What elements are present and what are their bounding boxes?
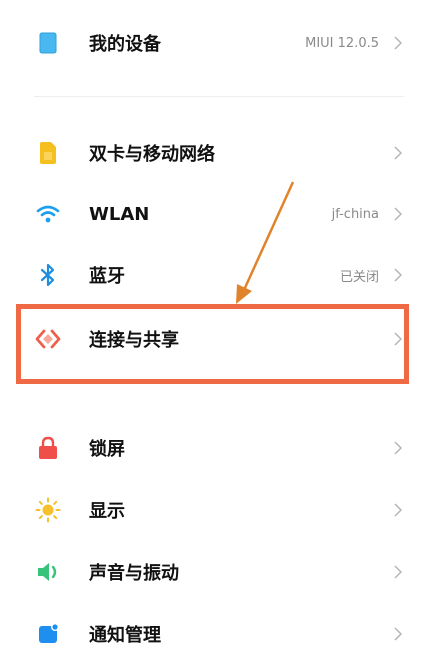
chevron-right-icon bbox=[391, 501, 405, 519]
chevron-right-icon bbox=[391, 439, 405, 457]
settings-item-lock-screen[interactable]: 锁屏 bbox=[0, 417, 437, 479]
lock-icon bbox=[34, 434, 62, 462]
speaker-icon bbox=[34, 558, 62, 586]
settings-item-sound-vibration[interactable]: 声音与振动 bbox=[0, 541, 437, 603]
settings-item-notifications[interactable]: 通知管理 bbox=[0, 603, 437, 665]
sun-icon bbox=[34, 496, 62, 524]
settings-item-label: 通知管理 bbox=[89, 625, 161, 646]
chevron-right-icon bbox=[391, 625, 405, 643]
notification-icon bbox=[34, 620, 62, 648]
settings-item-label: 锁屏 bbox=[89, 439, 125, 460]
chevron-right-icon bbox=[391, 563, 405, 581]
settings-item-label: 显示 bbox=[89, 501, 125, 522]
settings-item-label: 声音与振动 bbox=[89, 563, 179, 584]
settings-item-display[interactable]: 显示 bbox=[0, 479, 437, 541]
